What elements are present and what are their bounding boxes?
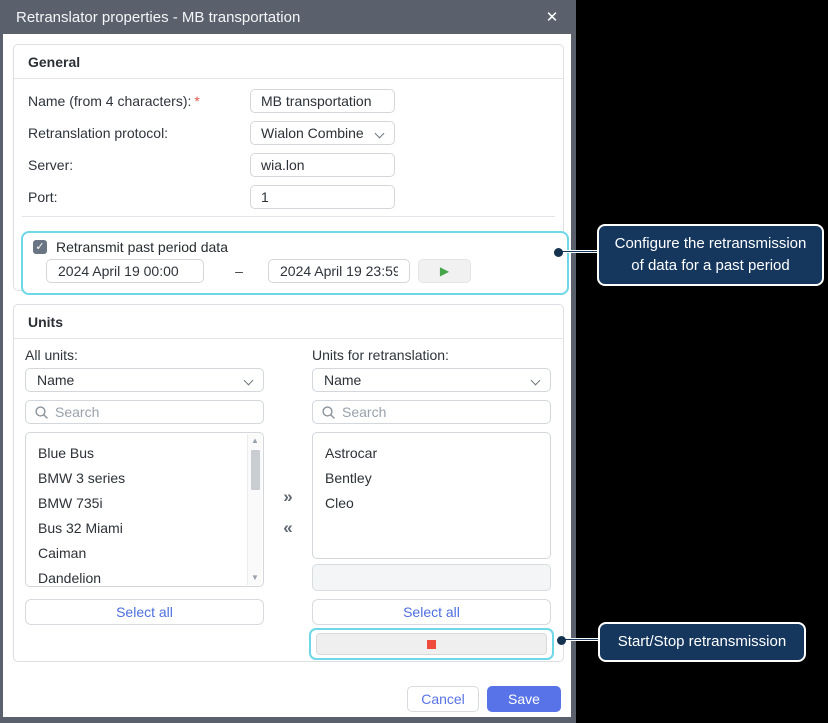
server-label: Server: [28,157,74,173]
list-item[interactable]: BMW 3 series [26,466,263,491]
units-for-retranslation-label: Units for retranslation: [312,347,449,363]
server-input[interactable] [250,153,395,177]
play-icon: ▶ [439,264,450,278]
stop-button-highlight-box [309,628,554,660]
retransmit-checkbox-label[interactable]: Retransmit past period data [56,239,228,255]
units-section: Units All units: Name Blue BusBMW 3 seri… [13,304,564,662]
port-row: Port: [28,185,549,209]
date-range-dash: – [235,263,243,279]
period-from-input[interactable] [46,259,204,283]
retranslation-units-list-items: Astrocar Bentley Cleo [313,441,550,516]
required-asterisk: * [194,93,200,109]
name-label: Name (from 4 characters): [28,93,192,109]
stop-icon [427,639,436,649]
list-item[interactable]: Bus 32 Miami [26,516,263,541]
retranslation-units-search[interactable] [312,400,551,424]
list-item[interactable]: Astrocar [313,441,550,466]
name-row: Name (from 4 characters): * [28,89,549,113]
retranslator-properties-dialog: Retranslator properties - MB transportat… [0,0,576,723]
all-units-list: Blue Bus BMW 3 series BMW 735i Bus 32 Miami… [25,432,264,587]
start-past-retransmission-button[interactable]: ▶ [418,259,471,283]
protocol-selected-value: Wialon Combine [261,125,364,141]
port-label: Port: [28,189,58,205]
retranslation-units-search-input[interactable] [342,404,541,420]
list-item[interactable]: Dandelion [26,566,263,586]
past-period-highlight-box: ✓ Retransmit past period data – ▶ [21,231,569,295]
units-section-title: Units [14,305,563,339]
retranslation-units-sort-value: Name [324,372,362,388]
callout-connector-dot [557,636,566,645]
retranslation-units-sort-select[interactable]: Name [312,368,551,392]
all-units-sort-value: Name [37,372,75,388]
general-form: Name (from 4 characters): * Retranslatio… [28,89,549,217]
period-to-input[interactable] [268,259,410,283]
save-button[interactable]: Save [487,686,561,712]
cancel-button[interactable]: Cancel [407,686,479,712]
dialog-body: General Name (from 4 characters): * Retr… [3,34,571,717]
all-units-list-items: Blue Bus BMW 3 series BMW 735i Bus 32 Miami… [26,441,263,586]
callout-past-period: Configure the retransmission of data for… [597,224,824,286]
protocol-select[interactable]: Wialon Combine [250,121,395,145]
scrollbar-thumb[interactable] [250,450,260,490]
search-icon [322,405,335,419]
start-stop-retransmission-button[interactable] [316,633,547,655]
list-item[interactable]: Blue Bus [26,441,263,466]
move-right-icon[interactable]: » [273,485,303,509]
retransmit-checkbox[interactable]: ✓ [33,240,47,254]
general-separator [22,216,555,217]
protocol-label: Retranslation protocol: [28,125,169,141]
callout-connector-dot [554,248,563,257]
close-icon[interactable]: ✕ [542,7,562,27]
list-item[interactable]: Caiman [26,541,263,566]
general-section-title: General [14,45,563,79]
retranslation-units-select-all-button[interactable]: Select all [312,599,551,625]
general-section: General Name (from 4 characters): * Retr… [13,44,569,295]
retransmission-progress-bar [312,564,551,591]
list-item[interactable]: Bentley [313,466,550,491]
port-input[interactable] [250,185,395,209]
name-input[interactable] [250,89,395,113]
scroll-down-icon[interactable]: ▼ [251,571,259,585]
dialog-footer: Cancel Save [407,686,561,712]
list-item[interactable]: Cleo [313,491,550,516]
chevron-down-icon [374,128,385,139]
all-units-select-all-button[interactable]: Select all [25,599,264,625]
all-units-search[interactable] [25,400,264,424]
scroll-up-icon[interactable]: ▲ [251,434,259,448]
retranslation-units-list: Astrocar Bentley Cleo [312,432,551,559]
move-left-icon[interactable]: « [273,516,303,540]
dialog-title: Retranslator properties - MB transportat… [16,8,301,26]
search-icon [35,405,48,419]
past-period-header: ✓ Retransmit past period data [33,239,228,255]
dialog-titlebar: Retranslator properties - MB transportat… [0,0,576,34]
all-units-scrollbar[interactable]: ▲ ▼ [247,434,262,585]
callout-start-stop: Start/Stop retransmission [598,622,806,662]
all-units-search-input[interactable] [55,404,254,420]
chevron-down-icon [243,375,254,386]
all-units-sort-select[interactable]: Name [25,368,264,392]
chevron-down-icon [530,375,541,386]
server-row: Server: [28,153,549,177]
all-units-label: All units: [25,347,78,363]
list-item[interactable]: BMW 735i [26,491,263,516]
protocol-row: Retranslation protocol: Wialon Combine [28,121,549,145]
